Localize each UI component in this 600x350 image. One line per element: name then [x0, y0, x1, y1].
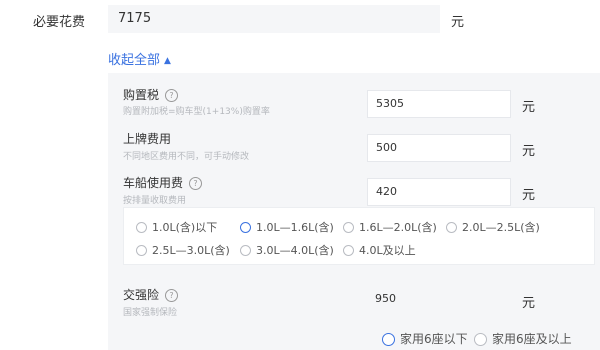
radio-icon	[136, 245, 147, 256]
required-cost-field[interactable]: 7175	[108, 5, 440, 33]
insurance-value-field[interactable]: 950	[367, 285, 511, 313]
radio-icon	[240, 245, 251, 256]
seat-option-label: 家用6座及以上	[492, 332, 572, 346]
radio-selected-icon	[382, 333, 395, 346]
seat-option-2[interactable]: 家用6座及以上	[474, 330, 572, 347]
seat-option-label: 家用6座以下	[400, 332, 468, 346]
purchase-tax-unit: 元	[522, 100, 536, 115]
registration-fee-hint: 不同地区费用不同，可手动修改	[123, 152, 250, 162]
vehicle-tax-hint: 按排量收取费用	[123, 196, 187, 206]
displacement-option-1[interactable]: 1.0L(含)以下	[136, 219, 217, 235]
vehicle-tax-label: 车船使用费	[123, 176, 184, 190]
registration-fee-input[interactable]: 500	[367, 134, 511, 162]
radio-icon	[474, 333, 487, 346]
radio-selected-icon	[240, 222, 251, 233]
displacement-option-label: 1.0L(含)以下	[152, 221, 218, 234]
radio-icon	[446, 222, 457, 233]
displacement-option-label: 2.5L—3.0L(含)	[152, 244, 230, 257]
displacement-option-6[interactable]: 3.0L—4.0L(含)	[240, 242, 334, 258]
registration-fee-unit: 元	[522, 144, 536, 159]
radio-icon	[343, 222, 354, 233]
displacement-option-3[interactable]: 1.6L—2.0L(含)	[343, 219, 437, 235]
displacement-option-2[interactable]: 1.0L—1.6L(含)	[240, 219, 334, 235]
vehicle-tax-title: 车船使用费?	[123, 174, 203, 191]
displacement-option-label: 1.6L—2.0L(含)	[359, 221, 437, 234]
insurance-hint: 国家强制保险	[123, 308, 178, 318]
insurance-title: 交强险?	[123, 286, 179, 303]
displacement-option-label: 2.0L—2.5L(含)	[462, 221, 540, 234]
help-icon[interactable]: ?	[165, 89, 179, 102]
displacement-option-7[interactable]: 4.0L及以上	[343, 242, 416, 258]
seat-option-1[interactable]: 家用6座以下	[382, 330, 468, 347]
displacement-option-label: 4.0L及以上	[359, 244, 416, 257]
displacement-option-label: 3.0L—4.0L(含)	[256, 244, 334, 257]
required-cost-label: 必要花费	[33, 15, 86, 30]
displacement-option-4[interactable]: 2.0L—2.5L(含)	[446, 219, 540, 235]
insurance-label: 交强险	[123, 288, 160, 302]
purchase-tax-title: 购置税?	[123, 86, 179, 103]
vehicle-tax-input[interactable]: 420	[367, 178, 511, 206]
purchase-tax-input[interactable]: 5305	[367, 90, 511, 118]
caret-up-icon: ▲	[164, 56, 171, 66]
displacement-option-label: 1.0L—1.6L(含)	[256, 221, 334, 234]
insurance-unit: 元	[522, 296, 536, 311]
radio-icon	[343, 245, 354, 256]
purchase-tax-hint: 购置附加税=购车型(1+13%)购置率	[123, 107, 270, 117]
registration-fee-title: 上牌费用	[123, 132, 172, 146]
required-cost-unit: 元	[451, 15, 465, 30]
collapse-all-label: 收起全部	[108, 53, 161, 68]
purchase-tax-label: 购置税	[123, 88, 160, 102]
displacement-option-5[interactable]: 2.5L—3.0L(含)	[136, 242, 230, 258]
vehicle-tax-unit: 元	[522, 188, 536, 203]
help-icon[interactable]: ?	[165, 289, 179, 302]
radio-icon	[136, 222, 147, 233]
collapse-all-link[interactable]: 收起全部 ▲	[108, 49, 171, 68]
help-icon[interactable]: ?	[189, 177, 203, 190]
